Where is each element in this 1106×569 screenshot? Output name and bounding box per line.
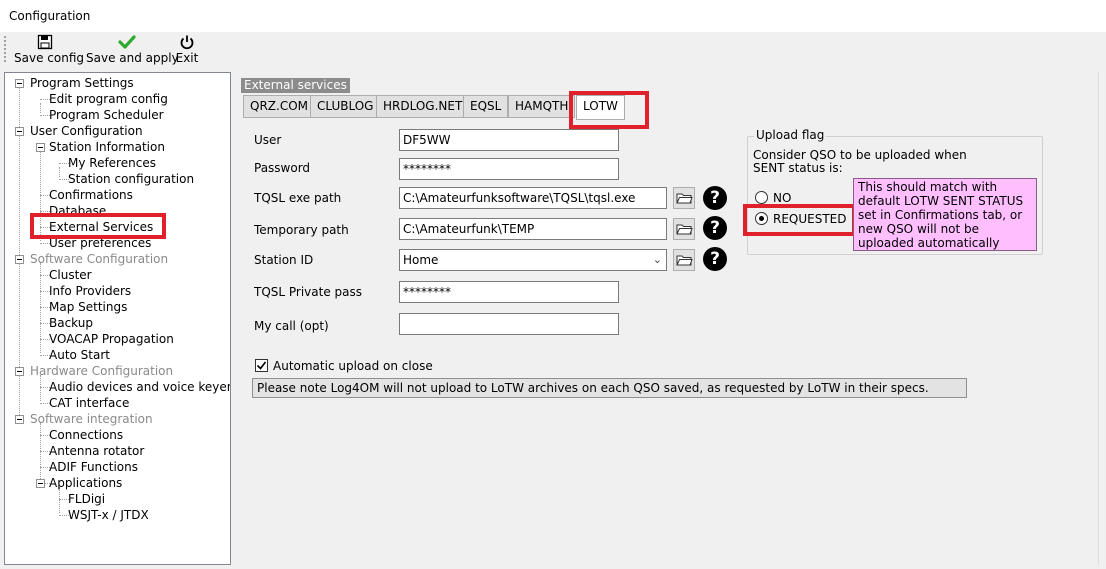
tree-connector bbox=[40, 423, 41, 481]
tab-hamqth[interactable]: HAMQTH bbox=[508, 95, 576, 118]
temporary-path-label: Temporary path bbox=[254, 223, 349, 237]
folder-icon bbox=[676, 224, 693, 235]
tree-node-station-configuration[interactable]: Station configuration bbox=[68, 171, 194, 187]
password-field[interactable]: ******** bbox=[399, 158, 619, 180]
tree-node-audio-devices[interactable]: Audio devices and voice keyer bbox=[49, 379, 230, 395]
highlight-lotw-tab bbox=[569, 91, 649, 129]
station-id-select[interactable]: Home ⌄ bbox=[399, 249, 667, 271]
folder-icon bbox=[676, 255, 693, 266]
window-title: Configuration bbox=[9, 9, 91, 23]
tree-node-software-integration[interactable]: Software integration bbox=[30, 411, 153, 427]
tree-node-program-settings[interactable]: Program Settings bbox=[30, 75, 134, 91]
lotw-note: Please note Log4OM will not upload to Lo… bbox=[252, 378, 967, 398]
collapse-icon[interactable] bbox=[36, 143, 45, 152]
upload-flag-description-2: SENT status is: bbox=[753, 161, 843, 175]
tree-connector bbox=[59, 167, 60, 177]
collapse-icon[interactable] bbox=[36, 479, 45, 488]
tree-node-map-settings[interactable]: Map Settings bbox=[49, 299, 127, 315]
save-and-apply-label: Save and apply bbox=[86, 51, 179, 65]
password-label: Password bbox=[254, 161, 311, 175]
highlight-requested bbox=[743, 204, 856, 236]
tree-node-program-scheduler[interactable]: Program Scheduler bbox=[49, 107, 164, 123]
power-icon bbox=[175, 34, 199, 51]
tab-qrz[interactable]: QRZ.COM bbox=[243, 95, 315, 118]
collapse-icon[interactable] bbox=[15, 127, 24, 136]
tree-node-connections[interactable]: Connections bbox=[49, 427, 123, 443]
tqsl-exe-path-label: TQSL exe path bbox=[254, 191, 342, 205]
collapse-icon[interactable] bbox=[15, 255, 24, 264]
tree-node-fldigi[interactable]: FLDigi bbox=[68, 491, 105, 507]
highlight-external-services bbox=[30, 213, 166, 239]
tree-node-backup[interactable]: Backup bbox=[49, 315, 93, 331]
collapse-icon[interactable] bbox=[15, 79, 24, 88]
tab-clublog[interactable]: CLUBLOG bbox=[310, 95, 381, 118]
panel-edge bbox=[1098, 72, 1099, 565]
save-config-label: Save config bbox=[14, 51, 84, 65]
user-field[interactable]: DF5WW bbox=[399, 129, 619, 151]
tree-node-cat-interface[interactable]: CAT interface bbox=[49, 395, 129, 411]
auto-upload-label[interactable]: Automatic upload on close bbox=[273, 359, 433, 373]
tree-node-my-references[interactable]: My References bbox=[68, 155, 156, 171]
tqsl-private-pass-label: TQSL Private pass bbox=[254, 285, 363, 299]
tree-node-station-information[interactable]: Station Information bbox=[49, 139, 165, 155]
upload-flag-legend: Upload flag bbox=[754, 128, 827, 142]
tree-node-antenna-rotator[interactable]: Antenna rotator bbox=[49, 443, 144, 459]
my-call-field[interactable] bbox=[399, 313, 619, 335]
tree-node-auto-start[interactable]: Auto Start bbox=[49, 347, 110, 363]
save-and-apply-button[interactable]: Save and apply bbox=[86, 34, 179, 66]
tree-node-confirmations[interactable]: Confirmations bbox=[49, 187, 133, 203]
tab-hrdlog[interactable]: HRDLOG.NET bbox=[376, 95, 470, 118]
tree-connector bbox=[40, 103, 41, 113]
chevron-down-icon: ⌄ bbox=[652, 253, 662, 266]
exit-label: Exit bbox=[175, 51, 199, 65]
green-check-icon bbox=[86, 34, 168, 51]
tqsl-exe-path-field[interactable]: C:\Amateurfunksoftware\TQSL\tqsl.exe bbox=[399, 187, 667, 209]
station-id-value: Home bbox=[403, 253, 439, 267]
tree-node-adif-functions[interactable]: ADIF Functions bbox=[49, 459, 138, 475]
upload-flag-hint: This should match with default LOTW SENT… bbox=[853, 178, 1037, 251]
tree-node-user-configuration[interactable]: User Configuration bbox=[30, 123, 143, 139]
radio-no-label[interactable]: NO bbox=[773, 191, 791, 205]
checkmark-icon bbox=[256, 361, 267, 370]
browse-station-button[interactable] bbox=[673, 249, 695, 271]
user-label: User bbox=[254, 133, 282, 147]
tree-node-wsjtx[interactable]: WSJT-x / JTDX bbox=[68, 507, 149, 523]
exit-button[interactable]: Exit bbox=[175, 34, 199, 66]
tqsl-private-pass-field[interactable]: ******** bbox=[399, 281, 619, 303]
external-services-group-label: External services bbox=[241, 78, 350, 93]
folder-icon bbox=[676, 193, 693, 204]
help-icon[interactable]: ? bbox=[703, 186, 727, 210]
auto-upload-checkbox[interactable] bbox=[255, 359, 268, 372]
toolbar: Save config Save and apply Exit bbox=[0, 32, 1106, 68]
radio-no[interactable] bbox=[755, 191, 768, 204]
tab-eqsl[interactable]: EQSL bbox=[463, 95, 509, 118]
upload-flag-description-1: Consider QSO to be uploaded when bbox=[753, 148, 967, 162]
tree-node-voacap-propagation[interactable]: VOACAP Propagation bbox=[49, 331, 174, 347]
collapse-icon[interactable] bbox=[15, 367, 24, 376]
temporary-path-field[interactable]: C:\Amateurfunk\TEMP bbox=[399, 218, 667, 240]
station-id-label: Station ID bbox=[254, 253, 314, 267]
settings-tree[interactable]: Program Settings Edit program config Pro… bbox=[4, 72, 231, 565]
title-bar: Configuration bbox=[0, 0, 1106, 32]
help-icon[interactable]: ? bbox=[703, 216, 727, 240]
tree-node-hardware-configuration[interactable]: Hardware Configuration bbox=[30, 363, 173, 379]
floppy-disk-icon bbox=[14, 34, 76, 51]
tree-node-applications[interactable]: Applications bbox=[49, 475, 122, 491]
browse-tqsl-button[interactable] bbox=[673, 187, 695, 209]
tree-node-software-configuration[interactable]: Software Configuration bbox=[30, 251, 168, 267]
save-config-button[interactable]: Save config bbox=[14, 34, 84, 66]
collapse-icon[interactable] bbox=[15, 415, 24, 424]
tree-node-cluster[interactable]: Cluster bbox=[49, 267, 92, 283]
browse-temp-button[interactable] bbox=[673, 218, 695, 240]
tree-node-edit-program-config[interactable]: Edit program config bbox=[49, 91, 168, 107]
toolbar-grip[interactable] bbox=[3, 35, 7, 63]
tree-node-info-providers[interactable]: Info Providers bbox=[49, 283, 131, 299]
my-call-label: My call (opt) bbox=[254, 319, 329, 333]
help-icon[interactable]: ? bbox=[703, 247, 727, 271]
